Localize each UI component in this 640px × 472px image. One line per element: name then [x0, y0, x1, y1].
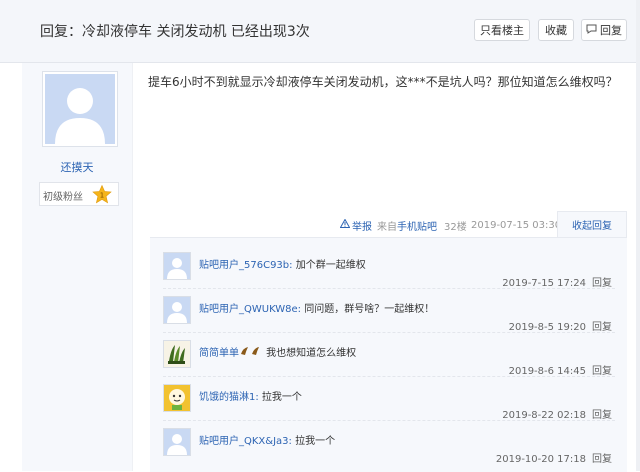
source-link[interactable]: 手机贴吧	[397, 218, 437, 233]
level-name: 初级粉丝	[43, 192, 83, 203]
level-badge[interactable]: 初级粉丝 1	[39, 182, 119, 206]
comment-author[interactable]: 饥饿的猫淋1:	[199, 392, 259, 403]
comment-footer: 2019-10-20 17:18 回复	[496, 450, 612, 465]
report-link[interactable]: 举报	[339, 218, 372, 233]
thread-title: 回复：冷却液停车 关闭发动机 已经出现3次	[40, 24, 310, 40]
author-avatar[interactable]	[42, 71, 118, 147]
comment-text: 同问题，群号啥？一起维权！	[301, 304, 435, 315]
comment-footer: 2019-8-5 19:20 回复	[509, 318, 612, 333]
comment-line: 贴吧用户_576C93b: 加个群一起维权	[199, 256, 366, 271]
floor-number: 32楼	[444, 221, 467, 233]
comment-footer: 2019-7-15 17:24 回复	[502, 274, 612, 289]
author-panel: 还摸天 初级粉丝 1	[22, 63, 133, 471]
comment-avatar[interactable]	[163, 428, 191, 456]
comment-avatar[interactable]	[163, 340, 191, 368]
comment-avatar[interactable]	[163, 296, 191, 324]
comment-time: 2019-10-20 17:18	[495, 454, 586, 465]
warning-icon	[339, 218, 352, 231]
comment-footer: 2019-8-6 14:45 回复	[509, 362, 612, 377]
reply-button-label: 回复	[600, 24, 622, 37]
comment-text: 加个群一起维权	[292, 260, 366, 271]
svg-text:1: 1	[100, 192, 104, 200]
post-source: 来自 手机贴吧	[377, 218, 437, 233]
reply-icon	[586, 24, 600, 37]
comment-author[interactable]: 贴吧用户_QWUKW8e:	[199, 304, 301, 315]
reply-button[interactable]: 回复	[581, 19, 627, 41]
thread-header: 回复：冷却液停车 关闭发动机 已经出现3次 只看楼主 收藏 回复	[0, 0, 640, 63]
post-content: 提车6小时不到就显示冷却液停车关闭发动机，这***不是坑人吗？那位知道怎么维权吗…	[148, 75, 618, 89]
comment-author[interactable]: 贴吧用户_QKX&Ja3:	[199, 436, 292, 447]
comment-avatar[interactable]	[163, 252, 191, 280]
reply-list: 贴吧用户_576C93b: 加个群一起维权 2019-7-15 17:24 回复 …	[150, 237, 627, 472]
favorite-button[interactable]: 收藏	[538, 19, 574, 41]
list-item: 简简单单 我也想知道怎么维权 2019-8-6 14:45 回复	[150, 332, 627, 377]
post-time: 2019-07-15 03:30	[471, 219, 562, 231]
level-star-icon: 1	[92, 184, 112, 207]
comment-line: 贴吧用户_QKX&Ja3: 拉我一个	[199, 432, 335, 447]
source-prefix: 来自	[377, 221, 397, 233]
comment-text: 我也想知道怎么维权	[263, 348, 357, 359]
comment-line: 饥饿的猫淋1: 拉我一个	[199, 388, 302, 403]
list-item: 贴吧用户_576C93b: 加个群一起维权 2019-7-15 17:24 回复	[150, 244, 627, 289]
list-item: 饥饿的猫淋1: 拉我一个 2019-8-22 02:18 回复	[150, 376, 627, 421]
comment-footer: 2019-8-22 02:18 回复	[502, 406, 612, 421]
comment-text: 拉我一个	[258, 392, 302, 403]
comment-reply-link[interactable]: 回复	[592, 454, 612, 465]
comment-line: 简简单单 我也想知道怎么维权	[199, 344, 356, 359]
scrollbar-track[interactable]	[636, 0, 640, 471]
list-item: 贴吧用户_QKX&Ja3: 拉我一个 2019-10-20 17:18 回复	[150, 420, 627, 465]
author-name[interactable]: 还摸天	[22, 159, 132, 175]
collapse-replies-button[interactable]: 收起回复	[557, 211, 627, 237]
comment-text: 拉我一个	[291, 436, 336, 447]
report-label: 举报	[352, 221, 372, 233]
only-op-button[interactable]: 只看楼主	[474, 19, 530, 41]
comment-line: 贴吧用户_QWUKW8e: 同问题，群号啥？一起维权！	[199, 300, 434, 315]
nickname-emoji-icon	[239, 347, 263, 359]
comment-author[interactable]: 贴吧用户_576C93b:	[199, 260, 293, 271]
comment-author[interactable]: 简简单单	[199, 348, 239, 359]
list-item: 贴吧用户_QWUKW8e: 同问题，群号啥？一起维权！ 2019-8-5 19:…	[150, 288, 627, 333]
comment-avatar[interactable]	[163, 384, 191, 412]
